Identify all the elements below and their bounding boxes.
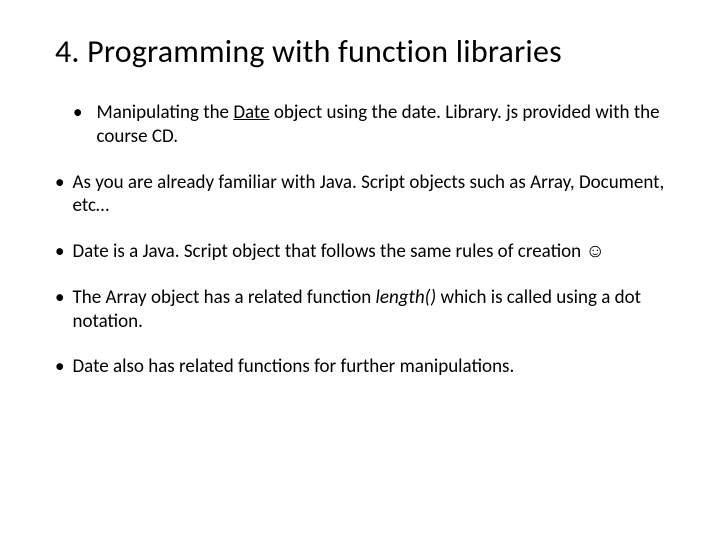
slide-body: • Manipulating the Date object using the… bbox=[55, 101, 665, 379]
bullet-item: • Manipulating the Date object using the… bbox=[55, 101, 665, 149]
bullet-item: • Date is a Java. Script object that fol… bbox=[55, 240, 665, 264]
bullet-marker: • bbox=[55, 101, 96, 149]
bullet-text: The Array object has a related function … bbox=[72, 286, 665, 334]
bullet-text: As you are already familiar with Java. S… bbox=[72, 171, 665, 219]
bullet-item: • Date also has related functions for fu… bbox=[55, 355, 665, 379]
bullet-marker: • bbox=[55, 286, 72, 334]
underlined-text: Date bbox=[233, 101, 269, 124]
bullet-item: • As you are already familiar with Java.… bbox=[55, 171, 665, 219]
bullet-item: • The Array object has a related functio… bbox=[55, 286, 665, 334]
bullet-text: Date is a Java. Script object that follo… bbox=[72, 240, 604, 264]
bullet-marker: • bbox=[55, 171, 72, 219]
bullet-marker: • bbox=[55, 355, 72, 379]
bullet-marker: • bbox=[55, 240, 72, 264]
bullet-text: Manipulating the Date object using the d… bbox=[96, 101, 665, 149]
italic-text: length() bbox=[376, 286, 437, 309]
slide-title: 4. Programming with function libraries bbox=[55, 32, 665, 71]
bullet-text: Date also has related functions for furt… bbox=[72, 355, 514, 379]
